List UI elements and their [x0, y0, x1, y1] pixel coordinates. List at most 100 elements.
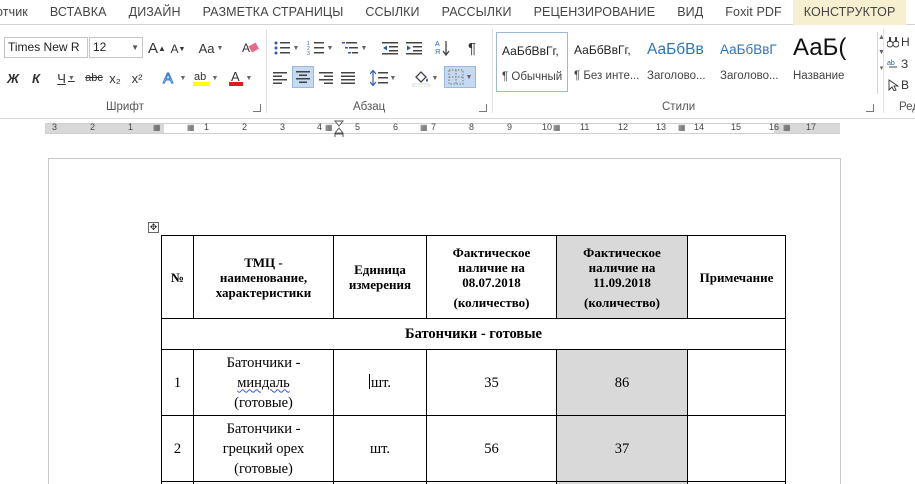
align-left-button[interactable]: [270, 67, 290, 89]
style-normal[interactable]: АаБбВвГг, ¶ Обычный: [496, 32, 568, 92]
grow-font-button[interactable]: A ▲: [147, 37, 167, 59]
row-unit[interactable]: шт.: [333, 349, 427, 416]
item-name-line: грецкий орех: [222, 440, 305, 457]
ruler-number: 2: [242, 122, 248, 132]
svg-text:A: A: [242, 41, 250, 55]
tab-page-layout[interactable]: РАЗМЕТКА СТРАНИЦЫ: [192, 0, 355, 25]
svg-text:ab: ab: [194, 71, 206, 83]
text-effects-button[interactable]: A ▼: [160, 67, 188, 89]
styles-dialog-launcher[interactable]: [866, 104, 874, 112]
style-heading-2[interactable]: АаБбВвГ Заголово...: [715, 32, 787, 92]
shading-button[interactable]: ▼: [410, 67, 440, 89]
column-marker-icon[interactable]: ▦: [153, 123, 161, 132]
column-marker-icon[interactable]: ▦: [553, 123, 561, 132]
column-marker-icon[interactable]: ▦: [420, 123, 428, 132]
select-button[interactable]: В: [887, 74, 915, 96]
eraser-icon: A: [242, 41, 259, 55]
table-move-handle-icon[interactable]: ✥: [148, 222, 159, 233]
header-qty-sep[interactable]: Фактическое наличие на 11.09.2018 (колич…: [556, 235, 688, 319]
sort-button[interactable]: АЯ: [432, 37, 454, 59]
section-title[interactable]: Батончики - готовые: [161, 318, 786, 350]
bullets-button[interactable]: ▼: [270, 37, 302, 59]
multilevel-list-icon: [341, 42, 358, 54]
align-center-button[interactable]: [292, 66, 314, 88]
decrease-indent-button[interactable]: [380, 37, 400, 59]
header-qty-jul[interactable]: Фактическое наличие на 08.07.2018 (колич…: [426, 235, 557, 319]
ruler-number: 15: [731, 122, 742, 132]
tab-foxit-pdf[interactable]: Foxit PDF: [714, 0, 792, 25]
header-item-name[interactable]: ТМЦ - наименование, характеристики: [193, 235, 334, 319]
show-formatting-marks-button[interactable]: ¶: [462, 37, 482, 59]
header-note[interactable]: Примечание: [687, 235, 786, 319]
row-qty-sep[interactable]: 37: [556, 415, 688, 482]
font-color-button[interactable]: A ▼: [226, 67, 254, 89]
row-item-name[interactable]: Батончики - грецкий орех (готовые): [193, 415, 334, 482]
numbering-button[interactable]: 1 2 3 ▼: [304, 37, 336, 59]
justify-button[interactable]: [338, 67, 358, 89]
header-unit[interactable]: Единица измерения: [333, 235, 427, 319]
strikethrough-button[interactable]: abc: [83, 67, 105, 89]
underline-button[interactable]: Ч ▼: [52, 67, 80, 89]
clear-formatting-button[interactable]: A: [240, 37, 262, 59]
style-heading-1[interactable]: АаБбВв Заголово...: [642, 32, 714, 92]
tab-references[interactable]: ССЫЛКИ: [354, 0, 430, 25]
highlight-button[interactable]: ab ▼: [190, 67, 220, 89]
chevron-down-icon: ▼: [131, 43, 139, 52]
tab-insert[interactable]: ВСТАВКА: [39, 0, 118, 25]
column-marker-icon[interactable]: ▦: [678, 123, 686, 132]
tab-mailings[interactable]: РАССЫЛКИ: [431, 0, 523, 25]
column-marker-icon[interactable]: ▦: [783, 123, 791, 132]
tab-table-design[interactable]: КОНСТРУКТОР: [792, 0, 907, 25]
column-marker-icon[interactable]: ▦: [187, 123, 195, 132]
row-qty-jul[interactable]: 35: [426, 349, 557, 416]
superscript-button[interactable]: x²: [128, 67, 146, 89]
multilevel-list-button[interactable]: ▼: [338, 37, 370, 59]
bold-button[interactable]: Ж: [4, 67, 22, 89]
find-button[interactable]: Н: [887, 31, 915, 53]
change-case-button[interactable]: Aa ▼: [196, 37, 226, 59]
header-number[interactable]: №: [161, 235, 194, 319]
font-name-combo[interactable]: Times New R: [4, 37, 88, 58]
ruler-number: 4: [317, 122, 323, 132]
tab-home[interactable]: отчик: [0, 0, 39, 25]
row-item-name[interactable]: Батончики - миндаль (готовые): [193, 349, 334, 416]
align-right-icon: [319, 72, 333, 84]
style-no-spacing[interactable]: АаБбВвГг, ¶ Без инте...: [569, 32, 641, 92]
align-left-icon: [273, 72, 287, 84]
editing-group-label: Редак: [899, 101, 915, 113]
row-note[interactable]: [687, 349, 786, 416]
align-right-button[interactable]: [316, 67, 336, 89]
row-qty-sep[interactable]: 86: [556, 349, 688, 416]
line-spacing-button[interactable]: ▼: [368, 67, 398, 89]
row-unit[interactable]: шт.: [333, 415, 427, 482]
row-number[interactable]: 2: [161, 415, 194, 482]
italic-button[interactable]: К: [27, 67, 45, 89]
increase-indent-button[interactable]: [404, 37, 424, 59]
tab-view[interactable]: ВИД: [666, 0, 714, 25]
style-title[interactable]: АаБ( Название: [788, 32, 860, 92]
group-separator: [492, 29, 493, 113]
paragraph-dialog-launcher[interactable]: [479, 104, 487, 112]
numbered-list-icon: 123: [307, 41, 324, 56]
replace-label: З: [901, 57, 909, 71]
tab-review[interactable]: РЕЦЕНЗИРОВАНИЕ: [523, 0, 667, 25]
table-header-row: № ТМЦ - наименование, характеристики Еди…: [161, 235, 786, 319]
subscript-button[interactable]: x₂: [106, 67, 124, 89]
inventory-table[interactable]: № ТМЦ - наименование, характеристики Еди…: [161, 235, 786, 484]
replace-button[interactable]: ab З: [887, 53, 915, 75]
column-marker-icon[interactable]: ▦: [325, 123, 333, 132]
row-qty-jul[interactable]: 56: [426, 415, 557, 482]
ruler-number: 5: [355, 122, 361, 132]
font-dialog-launcher[interactable]: [253, 104, 261, 112]
row-number[interactable]: 1: [161, 349, 194, 416]
tab-design[interactable]: ДИЗАЙН: [118, 0, 192, 25]
grow-font-label: A: [148, 39, 159, 57]
row-note[interactable]: [687, 415, 786, 482]
underline-label: Ч: [57, 70, 66, 86]
font-size-combo[interactable]: 12 ▼: [89, 37, 143, 58]
borders-button[interactable]: ▼: [444, 66, 476, 88]
select-label: В: [901, 78, 910, 92]
ruler-number: 16: [769, 122, 780, 132]
shrink-font-button[interactable]: A ▼: [169, 38, 187, 60]
style-preview: АаБбВв: [647, 41, 704, 58]
